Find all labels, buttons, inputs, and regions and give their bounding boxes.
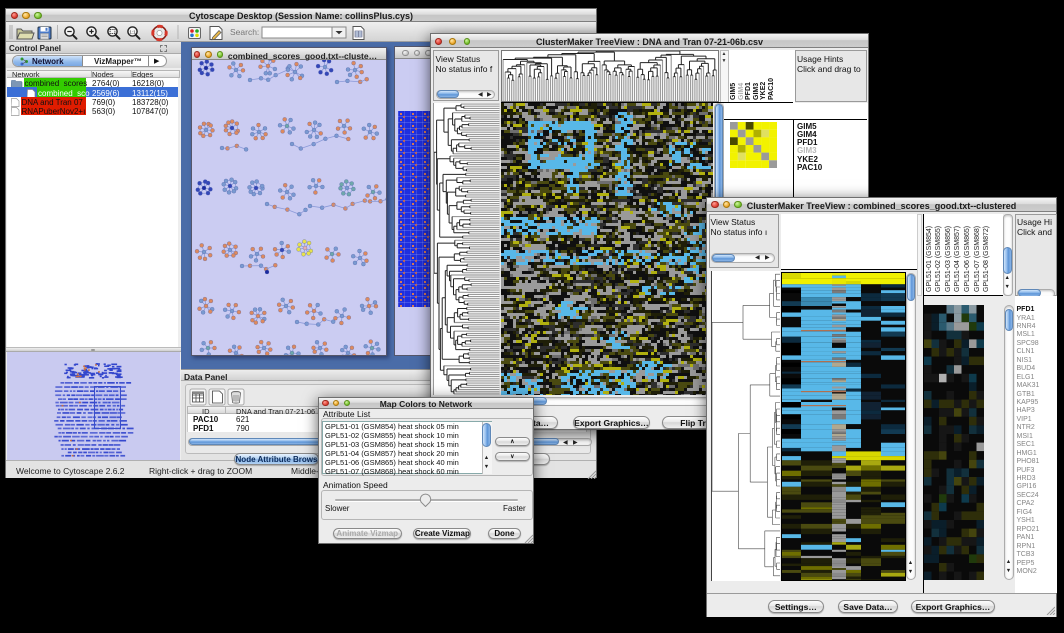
svg-text:1:1: 1:1: [129, 29, 136, 34]
svg-text:Search:: Search:: [230, 27, 259, 37]
